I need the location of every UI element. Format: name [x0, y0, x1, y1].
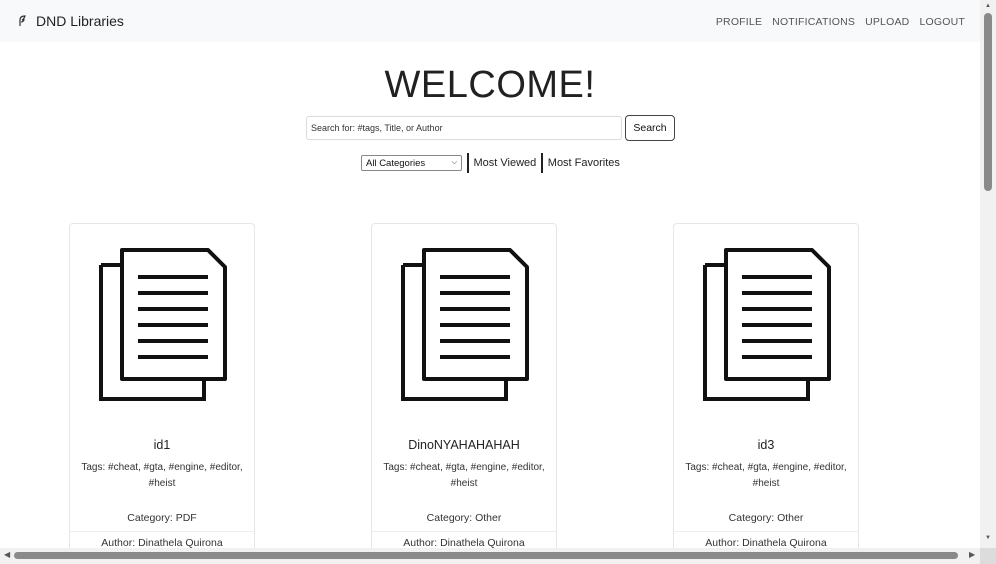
feather-icon [19, 15, 26, 26]
nav-links: PROFILE NOTIFICATIONS UPLOAD LOGOUT [716, 16, 965, 28]
vertical-scrollbar[interactable]: ▲ ▼ [980, 0, 996, 548]
library-card[interactable]: id3 Tags: #cheat, #gta, #engine, #editor… [673, 223, 859, 548]
scroll-left-arrow-icon[interactable]: ◀ [4, 550, 10, 559]
card-author: Author: Dinathela Quirona [403, 537, 525, 548]
card-divider [372, 531, 556, 532]
brand-label: DND Libraries [36, 13, 124, 29]
card-title[interactable]: id1 [70, 438, 254, 452]
card-tags: Tags: #cheat, #gta, #engine, #editor, #h… [383, 462, 545, 489]
card-divider [674, 531, 858, 532]
vertical-scroll-thumb[interactable] [984, 13, 992, 191]
nav-upload-link[interactable]: UPLOAD [865, 16, 909, 28]
scrollbar-corner [980, 548, 996, 564]
category-select-value: All Categories [366, 157, 426, 169]
horizontal-scrollbar[interactable]: ◀ ▶ [0, 548, 980, 564]
search-input[interactable] [306, 116, 622, 140]
most-favorites-link[interactable]: Most Favorites [548, 157, 620, 169]
search-bar: Search [306, 115, 675, 141]
card-category: Category: Other [728, 512, 804, 524]
most-viewed-link[interactable]: Most Viewed [474, 157, 537, 169]
nav-notifications-link[interactable]: NOTIFICATIONS [772, 16, 855, 28]
navbar: DND Libraries PROFILE NOTIFICATIONS UPLO… [0, 0, 980, 42]
card-tags: Tags: #cheat, #gta, #engine, #editor, #h… [81, 462, 243, 489]
filter-divider [541, 153, 543, 173]
filter-divider [467, 153, 469, 173]
document-icon [99, 248, 227, 401]
category-select[interactable]: All Categories ⌵ [361, 155, 462, 171]
nav-logout-link[interactable]: LOGOUT [919, 16, 965, 28]
card-category: Category: Other [426, 512, 502, 524]
card-category: Category: PDF [127, 512, 197, 524]
horizontal-scroll-thumb[interactable] [14, 552, 958, 559]
library-card[interactable]: DinoNYAHAHAHAH Tags: #cheat, #gta, #engi… [371, 223, 557, 548]
card-divider [70, 531, 254, 532]
card-tags: Tags: #cheat, #gta, #engine, #editor, #h… [685, 462, 847, 489]
page-viewport: DND Libraries PROFILE NOTIFICATIONS UPLO… [0, 0, 980, 548]
brand[interactable]: DND Libraries [18, 13, 124, 29]
card-author: Author: Dinathela Quirona [705, 537, 827, 548]
scroll-up-arrow-icon[interactable]: ▲ [985, 3, 991, 9]
card-title[interactable]: DinoNYAHAHAHAH [372, 438, 556, 452]
chevron-down-icon: ⌵ [451, 159, 457, 166]
nav-profile-link[interactable]: PROFILE [716, 16, 762, 28]
library-card[interactable]: id1 Tags: #cheat, #gta, #engine, #editor… [69, 223, 255, 548]
card-title[interactable]: id3 [674, 438, 858, 452]
card-author: Author: Dinathela Quirona [101, 537, 223, 548]
filter-bar: All Categories ⌵ Most Viewed Most Favori… [361, 153, 620, 173]
scroll-right-arrow-icon[interactable]: ▶ [969, 550, 975, 559]
document-icon [401, 248, 529, 401]
welcome-heading: WELCOME! [384, 64, 596, 106]
document-icon [703, 248, 831, 401]
search-button[interactable]: Search [625, 115, 675, 141]
scroll-down-arrow-icon[interactable]: ▼ [985, 535, 991, 541]
